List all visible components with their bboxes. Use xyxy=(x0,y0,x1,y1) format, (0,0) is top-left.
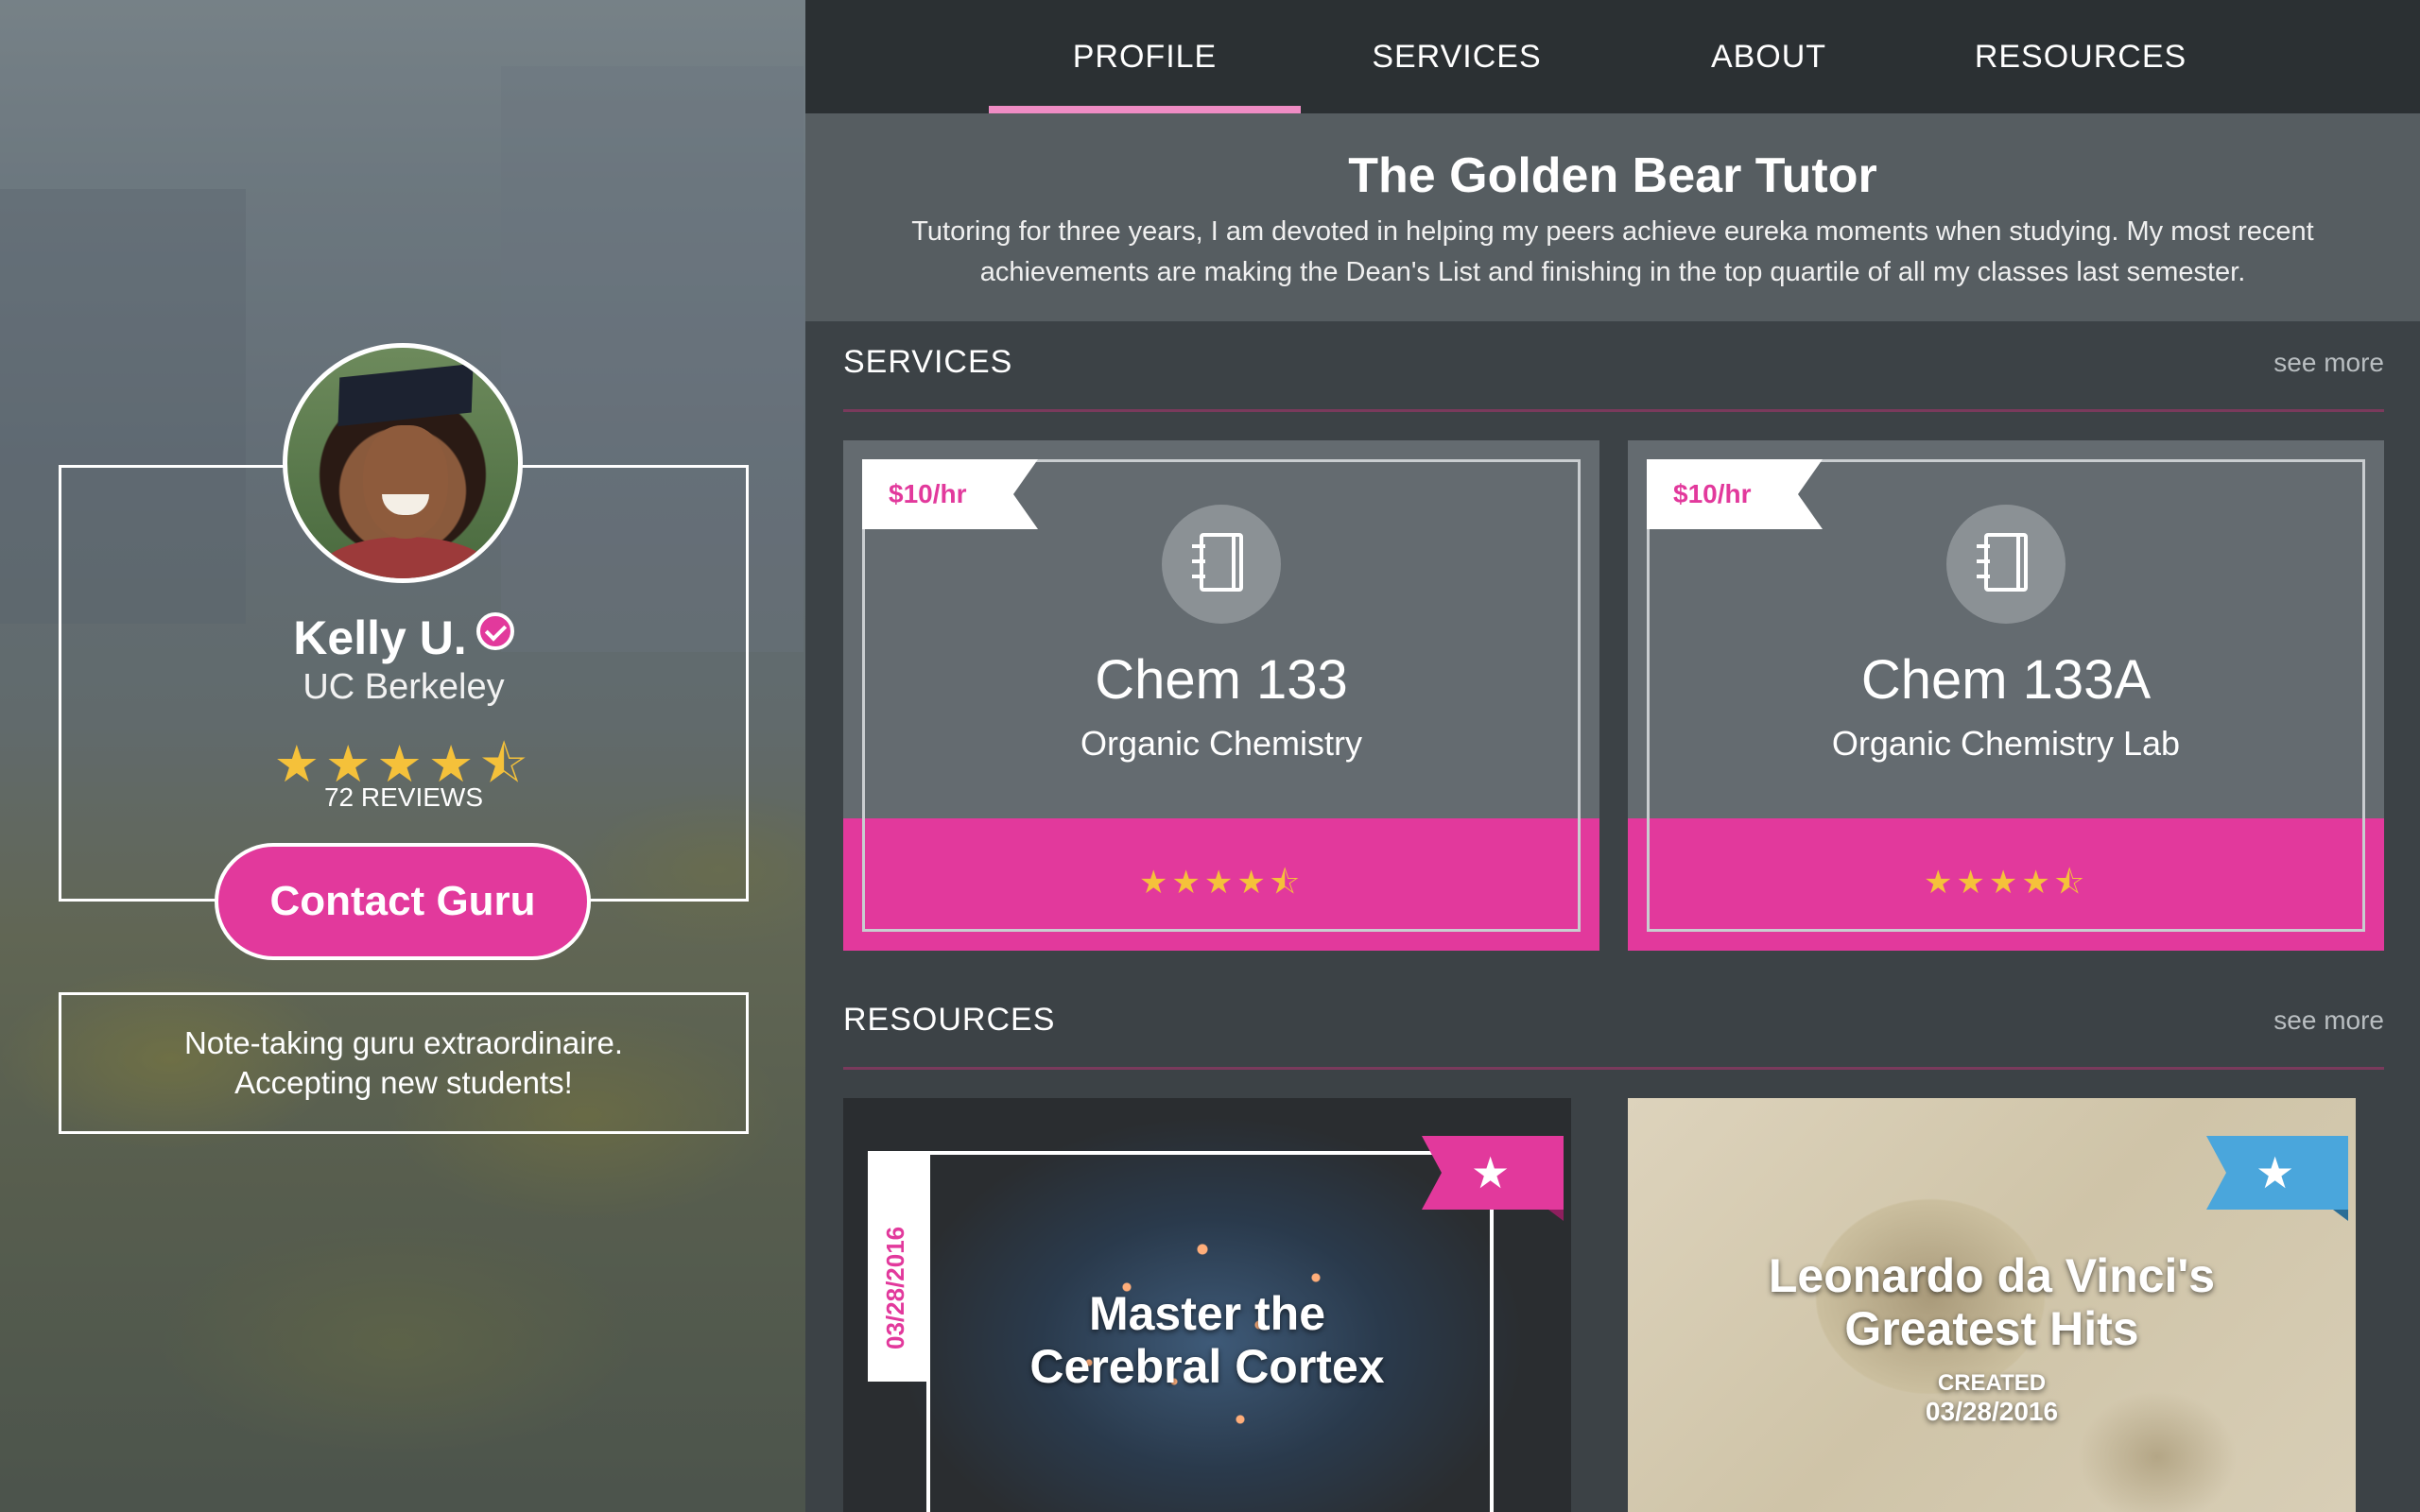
resource-created-label: CREATED xyxy=(1937,1370,2047,1396)
resources-see-more-link[interactable]: see more xyxy=(2273,1005,2384,1036)
tab-resources[interactable]: RESOURCES xyxy=(1925,0,2237,113)
tab-about[interactable]: ABOUT xyxy=(1613,0,1925,113)
notebook-icon xyxy=(1162,505,1281,624)
service-rating-stars: ★★★★⯪ xyxy=(1138,865,1305,901)
profile-panel: Kelly U. UC Berkeley ★★★★⯪ 72 REVIEWS Co… xyxy=(0,0,805,1512)
profile-school: UC Berkeley xyxy=(302,667,505,707)
hero-section: The Golden Bear Tutor Tutoring for three… xyxy=(805,113,2420,321)
price-tag: $10/hr xyxy=(1647,459,1823,529)
resource-title-line: Cerebral Cortex xyxy=(1029,1340,1385,1393)
profile-name-row: Kelly U. xyxy=(59,610,749,665)
avatar xyxy=(283,343,523,583)
price-tag: $10/hr xyxy=(862,459,1038,529)
resource-title-line: Leonardo da Vinci's xyxy=(1768,1249,2216,1302)
resource-title-line: Master the xyxy=(1088,1287,1326,1340)
service-rating-stars: ★★★★⯪ xyxy=(1923,865,2089,901)
page-title: The Golden Bear Tutor xyxy=(1348,148,1877,203)
notebook-icon xyxy=(1946,505,2066,624)
profile-tagline: Note-taking guru extraordinaire. Accepti… xyxy=(59,992,749,1134)
resource-card[interactable]: 03/28/2016 Master the Cerebral Cortex ★ xyxy=(843,1098,1571,1512)
favorite-ribbon[interactable]: ★ xyxy=(2206,1136,2348,1221)
services-header: SERVICES see more xyxy=(843,321,2384,412)
resource-title-line: Greatest Hits xyxy=(1844,1302,2139,1355)
graduation-cap-icon xyxy=(337,363,474,427)
star-icon: ★ xyxy=(2256,1148,2295,1197)
tab-services[interactable]: SERVICES xyxy=(1301,0,1613,113)
services-see-more-link[interactable]: see more xyxy=(2273,348,2384,378)
reviews-count[interactable]: 72 REVIEWS xyxy=(59,782,749,813)
star-icon: ★ xyxy=(1471,1148,1511,1197)
resource-date: 03/28/2016 xyxy=(1925,1397,2059,1426)
favorite-ribbon[interactable]: ★ xyxy=(1422,1136,1564,1221)
course-code: Chem 133A xyxy=(1860,649,2152,711)
verified-badge-icon xyxy=(475,612,514,650)
profile-name: Kelly U. xyxy=(293,611,467,664)
resource-card[interactable]: Leonardo da Vinci's Greatest Hits CREATE… xyxy=(1628,1098,2356,1512)
resources-title: RESOURCES xyxy=(843,1002,1056,1038)
contact-guru-button[interactable]: Contact Guru xyxy=(215,843,591,960)
content-panel: PROFILE SERVICES ABOUT RESOURCES The Gol… xyxy=(805,0,2420,1512)
service-card[interactable]: $10/hr Chem 133 Organic Chemistry ★★★★⯪ xyxy=(843,440,1599,951)
course-code: Chem 133 xyxy=(1095,649,1348,711)
top-nav: PROFILE SERVICES ABOUT RESOURCES xyxy=(805,0,2420,113)
tagline-line: Note-taking guru extraordinaire. xyxy=(183,1025,624,1060)
tab-profile[interactable]: PROFILE xyxy=(989,0,1301,113)
services-title: SERVICES xyxy=(843,344,1013,380)
tagline-line: Accepting new students! xyxy=(234,1065,573,1100)
course-subject: Organic Chemistry Lab xyxy=(1831,724,2181,763)
resources-header: RESOURCES see more xyxy=(843,979,2384,1070)
service-card[interactable]: $10/hr Chem 133A Organic Chemistry Lab ★… xyxy=(1628,440,2384,951)
course-subject: Organic Chemistry xyxy=(1080,724,1363,763)
hero-description: Tutoring for three years, I am devoted i… xyxy=(911,216,2314,287)
